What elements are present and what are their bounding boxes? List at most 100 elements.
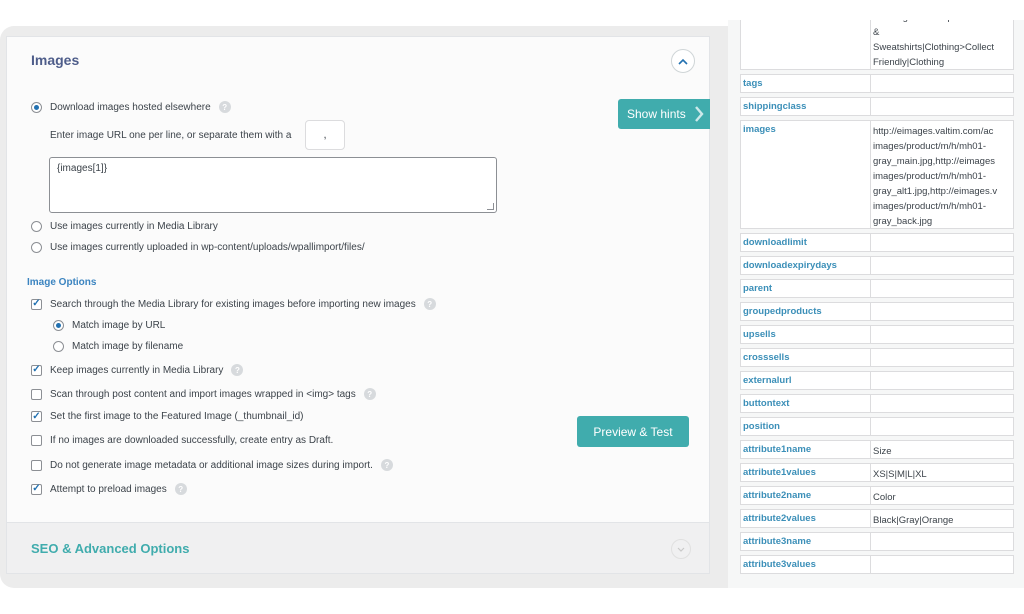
- field-key[interactable]: buttontext: [740, 394, 871, 413]
- table-row: attribute1name Size: [740, 440, 1014, 459]
- table-row: attribute3name: [740, 532, 1014, 551]
- field-value[interactable]: [871, 302, 1014, 321]
- table-row: attribute1values XS|S|M|L|XL: [740, 463, 1014, 482]
- field-key[interactable]: shippingclass: [740, 97, 871, 116]
- keep-images-checkbox[interactable]: ✓: [31, 364, 42, 376]
- table-row: buttontext: [740, 394, 1014, 413]
- field-value[interactable]: XS|S|M|L|XL: [871, 463, 1014, 482]
- download-radio[interactable]: [31, 101, 42, 113]
- preview-test-button[interactable]: Preview & Test: [577, 416, 689, 447]
- scan-content-option[interactable]: Scan through post content and import ima…: [31, 388, 376, 400]
- uploaded-label: Use images currently uploaded in wp-cont…: [50, 242, 365, 253]
- match-url-radio[interactable]: [53, 320, 64, 331]
- field-value[interactable]: [871, 256, 1014, 275]
- field-value[interactable]: Color: [871, 486, 1014, 505]
- download-option[interactable]: Download images hosted elsewhere ?: [31, 101, 231, 113]
- table-row: crosssells: [740, 348, 1014, 367]
- help-icon[interactable]: ?: [218, 101, 231, 113]
- field-key[interactable]: attribute3name: [740, 532, 871, 551]
- preload-label: Attempt to preload images: [50, 483, 167, 495]
- image-url-textarea[interactable]: {images[1]}: [49, 157, 497, 213]
- field-value[interactable]: http://eimages.valtim.com/ac images/prod…: [871, 120, 1014, 229]
- seo-section-title[interactable]: SEO & Advanced Options: [31, 541, 189, 556]
- field-key[interactable]: attribute2name: [740, 486, 871, 505]
- match-filename-label: Match image by filename: [72, 341, 184, 352]
- table-row: downloadexpirydays: [740, 256, 1014, 275]
- field-key[interactable]: tags: [740, 74, 871, 93]
- uploaded-option[interactable]: Use images currently uploaded in wp-cont…: [31, 242, 365, 253]
- textarea-value: {images[1]}: [57, 163, 108, 174]
- field-key[interactable]: downloadlimit: [740, 233, 871, 252]
- seo-expand-button[interactable]: [671, 539, 691, 559]
- collapse-button[interactable]: [671, 49, 695, 73]
- media-library-option[interactable]: Use images currently in Media Library: [31, 221, 218, 232]
- field-key[interactable]: attribute2values: [740, 509, 871, 528]
- help-icon[interactable]: ?: [231, 364, 244, 376]
- help-icon[interactable]: ?: [380, 459, 393, 471]
- help-icon[interactable]: ?: [174, 483, 187, 495]
- help-icon[interactable]: ?: [363, 388, 376, 400]
- no-metadata-option[interactable]: Do not generate image metadata or additi…: [31, 459, 393, 471]
- field-key[interactable]: groupedproducts: [740, 302, 871, 321]
- field-value[interactable]: Size: [871, 440, 1014, 459]
- field-key[interactable]: parent: [740, 279, 871, 298]
- draft-option[interactable]: If no images are downloaded successfully…: [31, 435, 333, 446]
- field-key[interactable]: attribute3values: [740, 555, 871, 574]
- draft-checkbox[interactable]: [31, 435, 42, 446]
- field-key[interactable]: crosssells: [740, 348, 871, 367]
- field-key[interactable]: categories: [740, 20, 871, 70]
- media-library-radio[interactable]: [31, 221, 42, 232]
- keep-images-option[interactable]: ✓ Keep images currently in Media Library…: [31, 364, 244, 376]
- preload-option[interactable]: ✓ Attempt to preload images ?: [31, 483, 187, 495]
- field-key[interactable]: attribute1name: [740, 440, 871, 459]
- table-row: position: [740, 417, 1014, 436]
- field-key[interactable]: position: [740, 417, 871, 436]
- no-metadata-checkbox[interactable]: [31, 459, 42, 471]
- url-instruction: Enter image URL one per line, or separat…: [50, 130, 292, 141]
- field-value[interactable]: [871, 233, 1014, 252]
- first-featured-label: Set the first image to the Featured Imag…: [50, 411, 304, 422]
- field-value[interactable]: [871, 74, 1014, 93]
- field-value[interactable]: [871, 532, 1014, 551]
- field-key[interactable]: externalurl: [740, 371, 871, 390]
- table-row: shippingclass: [740, 97, 1014, 116]
- scan-content-checkbox[interactable]: [31, 388, 42, 400]
- field-value[interactable]: [871, 279, 1014, 298]
- field-value[interactable]: [871, 348, 1014, 367]
- field-value[interactable]: [871, 371, 1014, 390]
- field-value[interactable]: Clothing>Men>Tops>Hoodie & Sweatshirts|C…: [871, 20, 1014, 70]
- field-value[interactable]: [871, 555, 1014, 574]
- help-icon[interactable]: ?: [423, 298, 436, 310]
- search-media-option[interactable]: ✓ Search through the Media Library for e…: [31, 298, 436, 310]
- first-featured-option[interactable]: ✓ Set the first image to the Featured Im…: [31, 411, 303, 422]
- match-filename-radio[interactable]: [53, 341, 64, 352]
- table-row: attribute2name Color: [740, 486, 1014, 505]
- table-row: upsells: [740, 325, 1014, 344]
- scan-content-label: Scan through post content and import ima…: [50, 388, 356, 400]
- search-media-checkbox[interactable]: ✓: [31, 298, 42, 310]
- field-key[interactable]: upsells: [740, 325, 871, 344]
- seo-advanced-section[interactable]: SEO & Advanced Options: [6, 522, 710, 574]
- chevron-down-icon: [677, 547, 685, 552]
- table-row: attribute3values: [740, 555, 1014, 574]
- search-media-label: Search through the Media Library for exi…: [50, 298, 416, 310]
- field-value[interactable]: [871, 325, 1014, 344]
- field-key[interactable]: images: [740, 120, 871, 229]
- separator-input[interactable]: ,: [305, 120, 345, 150]
- first-featured-checkbox[interactable]: ✓: [31, 411, 42, 422]
- uploaded-radio[interactable]: [31, 242, 42, 253]
- match-url-option[interactable]: Match image by URL: [53, 320, 165, 331]
- match-filename-option[interactable]: Match image by filename: [53, 341, 183, 352]
- show-hints-button[interactable]: Show hints: [618, 99, 710, 129]
- field-value[interactable]: [871, 417, 1014, 436]
- field-value[interactable]: Black|Gray|Orange: [871, 509, 1014, 528]
- images-panel: Images Download images hosted elsewhere …: [6, 36, 710, 574]
- preload-checkbox[interactable]: ✓: [31, 483, 42, 495]
- field-value[interactable]: [871, 97, 1014, 116]
- chevron-right-icon: [695, 106, 704, 122]
- field-key[interactable]: attribute1values: [740, 463, 871, 482]
- draft-label: If no images are downloaded successfully…: [50, 435, 334, 446]
- field-value[interactable]: [871, 394, 1014, 413]
- resize-handle-icon[interactable]: [487, 203, 494, 210]
- field-key[interactable]: downloadexpirydays: [740, 256, 871, 275]
